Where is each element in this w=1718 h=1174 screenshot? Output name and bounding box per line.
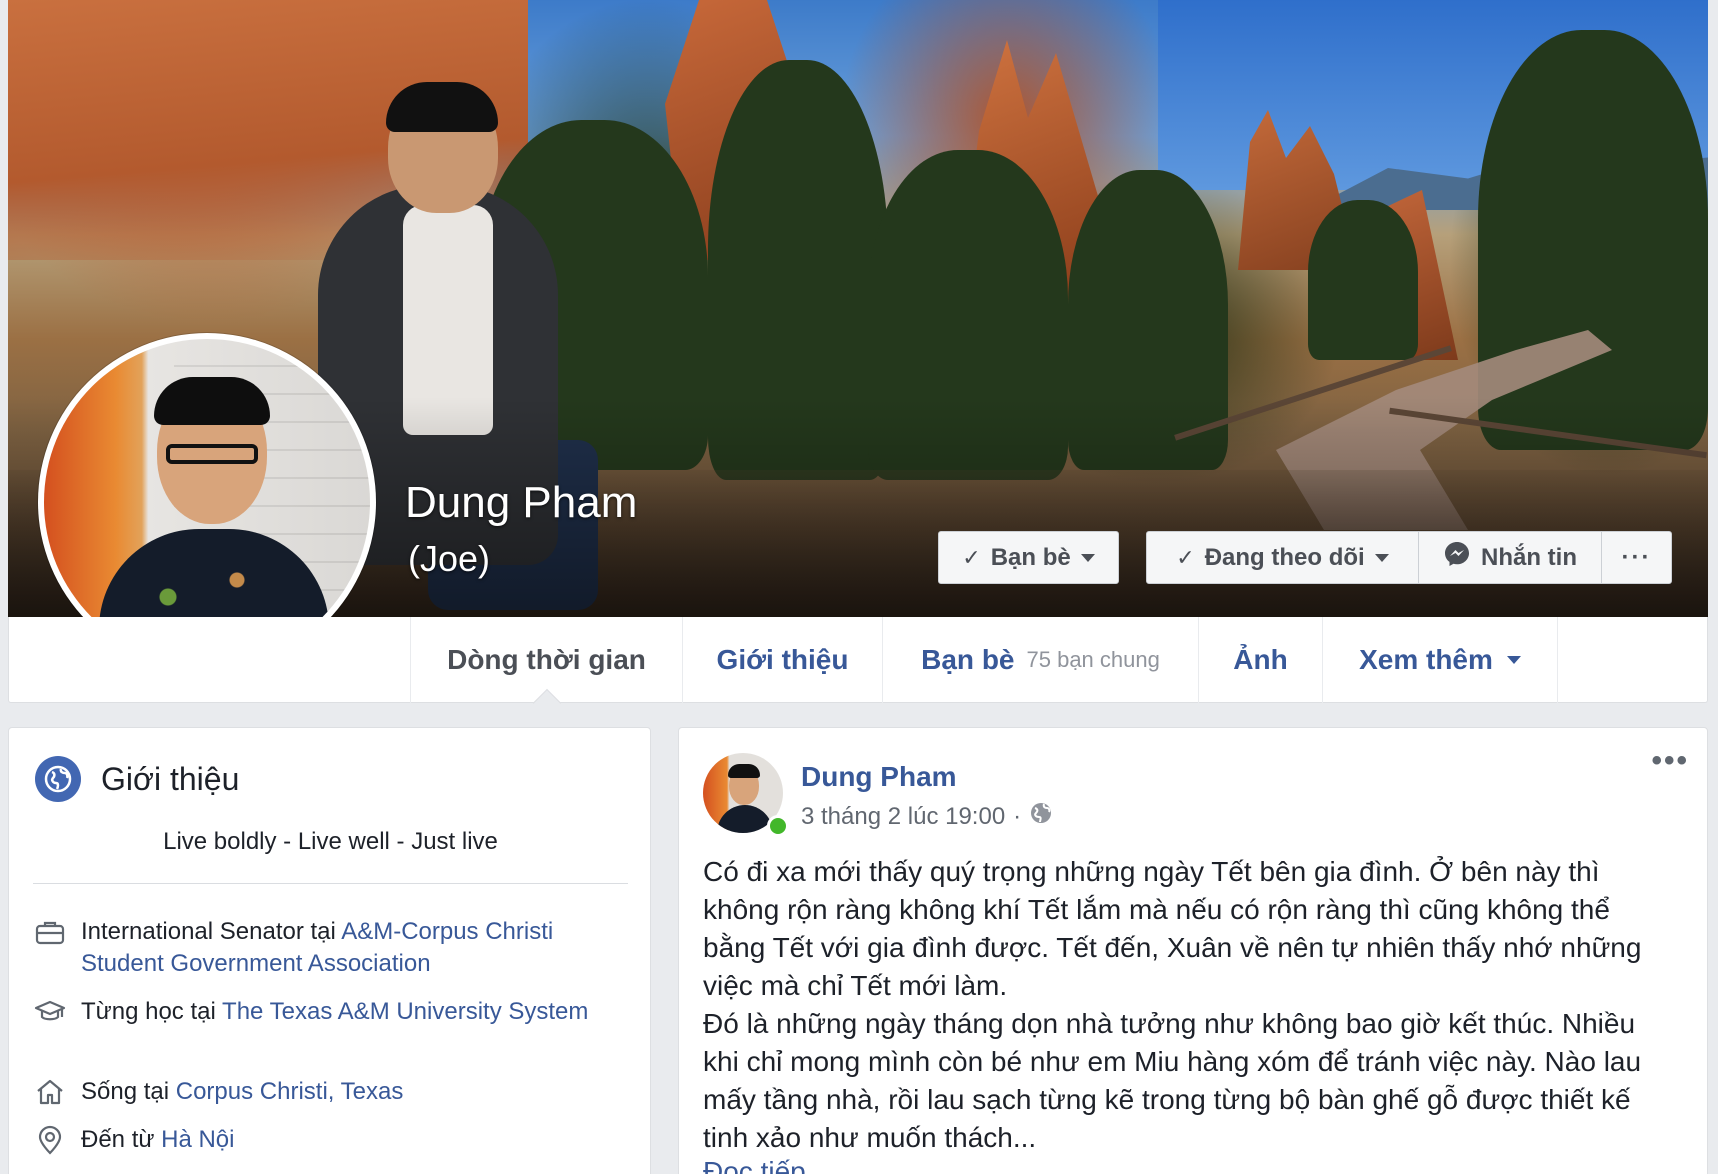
tab-photos[interactable]: Ảnh bbox=[1198, 617, 1322, 703]
intro-bio: Live boldly - Live well - Just live bbox=[163, 828, 498, 855]
intro-education-row: Từng học tại The Texas A&M University Sy… bbox=[33, 996, 613, 1028]
tab-about[interactable]: Giới thiệu bbox=[682, 617, 882, 703]
intro-education-text: Từng học tại The Texas A&M University Sy… bbox=[81, 996, 588, 1028]
intro-from-row: Đến từ Hà Nội bbox=[33, 1124, 234, 1156]
intro-card: Giới thiệu Live boldly - Live well - Jus… bbox=[8, 727, 651, 1174]
post-author[interactable]: Dung Pham bbox=[801, 761, 957, 793]
more-options-button[interactable]: ··· bbox=[1602, 532, 1671, 583]
location-pin-icon bbox=[33, 1124, 67, 1156]
post-meta: 3 tháng 2 lúc 19:00 · bbox=[801, 801, 1053, 832]
intro-from-prefix: Đến từ bbox=[81, 1126, 162, 1153]
following-button-label: Đang theo dõi bbox=[1204, 543, 1365, 571]
chevron-down-icon bbox=[1374, 553, 1389, 562]
tab-photos-label: Ảnh bbox=[1233, 644, 1288, 675]
avatar-glasses bbox=[166, 444, 258, 464]
intro-education-link[interactable]: The Texas A&M University System bbox=[222, 998, 588, 1025]
mutual-friends-count: 75 bạn chung bbox=[1026, 647, 1160, 672]
message-button[interactable]: Nhắn tin bbox=[1419, 532, 1602, 583]
tab-more[interactable]: Xem thêm bbox=[1322, 617, 1558, 703]
intro-lives-prefix: Sống tại bbox=[81, 1078, 176, 1105]
post-timestamp[interactable]: 3 tháng 2 lúc 19:00 bbox=[801, 803, 1005, 831]
graduation-cap-icon bbox=[33, 996, 67, 1028]
intro-work-text: International Senator tại A&M-Corpus Chr… bbox=[81, 916, 613, 980]
tab-about-label: Giới thiệu bbox=[716, 644, 849, 675]
profile-action-group: ✓ Đang theo dõi Nhắn tin ··· bbox=[1146, 531, 1672, 584]
profile-alternate-name: (Joe) bbox=[408, 538, 491, 579]
intro-from-text: Đến từ Hà Nội bbox=[81, 1124, 234, 1156]
globe-icon bbox=[35, 756, 81, 802]
following-button[interactable]: ✓ Đang theo dõi bbox=[1147, 532, 1419, 583]
chevron-down-icon bbox=[1080, 553, 1095, 562]
intro-lives-text: Sống tại Corpus Christi, Texas bbox=[81, 1076, 403, 1108]
post-card: Dung Pham 3 tháng 2 lúc 19:00 · ••• Có đ… bbox=[678, 727, 1708, 1174]
more-dots-icon: ··· bbox=[1621, 543, 1652, 571]
profile-name[interactable]: Dung Pham bbox=[405, 478, 637, 528]
online-status-icon bbox=[767, 815, 789, 837]
avatar-shirt bbox=[717, 805, 773, 833]
intro-work-row: International Senator tại A&M-Corpus Chr… bbox=[33, 916, 613, 980]
friends-button-label: Bạn bè bbox=[990, 543, 1071, 571]
intro-from-link[interactable]: Hà Nội bbox=[161, 1126, 234, 1153]
tab-more-label: Xem thêm bbox=[1359, 644, 1493, 675]
intro-work-prefix: International Senator tại bbox=[81, 918, 342, 945]
briefcase-icon bbox=[33, 916, 67, 948]
message-button-label: Nhắn tin bbox=[1481, 543, 1577, 571]
intro-education-prefix: Từng học tại bbox=[81, 998, 223, 1025]
checkmark-icon: ✓ bbox=[962, 544, 981, 570]
post-paragraph: Đó là những ngày tháng dọn nhà tưởng như… bbox=[703, 1008, 1642, 1153]
messenger-icon bbox=[1443, 540, 1471, 575]
post-options-button[interactable]: ••• bbox=[1651, 744, 1689, 778]
tab-friends-label: Bạn bè bbox=[921, 644, 1015, 675]
cover-person bbox=[386, 82, 498, 132]
public-globe-icon[interactable] bbox=[1029, 801, 1053, 832]
divider bbox=[33, 883, 628, 884]
meta-separator: · bbox=[1013, 802, 1022, 830]
profile-nav-bar: Dòng thời gian Giới thiệu Bạn bè 75 bạn … bbox=[8, 617, 1708, 718]
home-icon bbox=[33, 1076, 67, 1108]
intro-header: Giới thiệu bbox=[35, 756, 239, 802]
chevron-down-icon bbox=[1506, 656, 1521, 664]
checkmark-icon: ✓ bbox=[1176, 544, 1195, 570]
avatar-hair bbox=[728, 764, 760, 778]
tab-timeline-label: Dòng thời gian bbox=[447, 644, 646, 675]
tab-friends[interactable]: Bạn bè 75 bạn chung bbox=[882, 617, 1198, 703]
intro-title: Giới thiệu bbox=[101, 760, 240, 797]
intro-lives-row: Sống tại Corpus Christi, Texas bbox=[33, 1076, 403, 1108]
read-more-link[interactable]: Đọc tiếp bbox=[703, 1156, 806, 1174]
intro-lives-link[interactable]: Corpus Christi, Texas bbox=[176, 1078, 404, 1105]
post-paragraph: Có đi xa mới thấy quý trọng những ngày T… bbox=[703, 856, 1642, 1001]
avatar-hair bbox=[154, 377, 270, 425]
friends-button[interactable]: ✓ Bạn bè bbox=[938, 531, 1119, 584]
post-body: Có đi xa mới thấy quý trọng những ngày T… bbox=[703, 853, 1673, 1157]
cover-tree bbox=[1308, 200, 1418, 360]
